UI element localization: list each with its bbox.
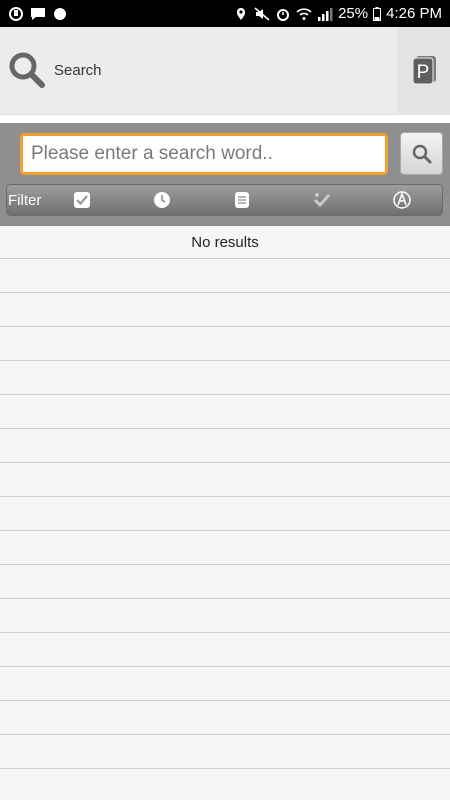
list-item <box>0 633 450 667</box>
filter-document-button[interactable] <box>233 191 251 209</box>
list-item <box>0 293 450 327</box>
battery-percent: 25% <box>338 5 369 22</box>
list-item <box>0 259 450 293</box>
list-item <box>0 701 450 735</box>
alarm-icon <box>275 7 291 21</box>
filter-circle-a-button[interactable] <box>393 191 411 209</box>
list-item <box>0 667 450 701</box>
search-button[interactable] <box>400 132 443 175</box>
document-icon <box>235 192 249 208</box>
clock-time: 4:26 PM <box>386 5 442 22</box>
filter-clock-button[interactable] <box>153 191 171 209</box>
signal-icon <box>317 7 333 21</box>
filter-bar: Filter <box>6 184 443 216</box>
list-item <box>0 735 450 769</box>
search-input[interactable] <box>20 133 388 175</box>
bean-icon <box>52 7 68 21</box>
search-icon <box>412 144 431 163</box>
page-title: Search <box>54 62 102 79</box>
filter-label: Filter <box>8 191 42 209</box>
list-item <box>0 327 450 361</box>
checkbox-icon <box>74 192 90 208</box>
list-item <box>0 361 450 395</box>
no-results-message: No results <box>0 226 450 259</box>
list-item <box>0 395 450 429</box>
app-icon <box>8 6 24 21</box>
status-right-icons: 25% 4:26 PM <box>233 5 442 22</box>
list-item <box>0 497 450 531</box>
filter-checkmark-button[interactable] <box>313 191 331 209</box>
results-list: No results <box>0 226 450 800</box>
circle-a-icon <box>393 191 411 209</box>
wifi-icon <box>296 7 312 21</box>
mute-icon <box>254 6 270 21</box>
battery-icon <box>373 6 382 21</box>
list-item <box>0 599 450 633</box>
list-item <box>0 463 450 497</box>
list-item <box>0 429 450 463</box>
clock-icon <box>154 192 170 208</box>
search-area: Filter <box>0 123 450 226</box>
list-item <box>0 531 450 565</box>
status-left-icons <box>8 6 68 21</box>
status-bar: 25% 4:26 PM <box>0 0 450 27</box>
svg-text:P: P <box>417 62 430 83</box>
header-right-panel[interactable]: P <box>398 27 450 115</box>
chat-icon <box>30 7 46 21</box>
search-icon <box>8 51 46 89</box>
p-icon[interactable]: P <box>412 55 438 85</box>
list-item <box>0 769 450 800</box>
filter-checkbox-button[interactable] <box>73 191 91 209</box>
checkmark-icon <box>313 193 331 208</box>
location-icon <box>233 7 249 21</box>
list-item <box>0 565 450 599</box>
app-header: Search P <box>0 27 450 115</box>
